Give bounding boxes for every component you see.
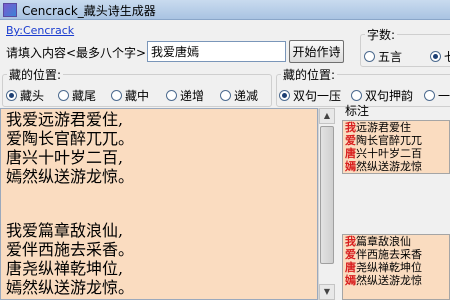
window-title: Cencrack_藏头诗生成器: [22, 4, 156, 18]
scroll-up-arrow-icon[interactable]: ▲: [319, 108, 335, 124]
radio-label: 递减: [234, 89, 259, 103]
main-window: By:Cencrack 请填入内容<最多八个字>: 开始作诗 字数: 五言 七 …: [0, 20, 450, 300]
radio-dot[interactable]: [111, 90, 122, 101]
scroll-thumb[interactable]: [320, 126, 334, 264]
radio-dot[interactable]: [166, 90, 177, 101]
highlight-char: 嫣: [345, 160, 356, 173]
position-legend: 藏的位置:: [9, 68, 62, 82]
radio-label: 一三: [438, 89, 450, 103]
radio-dot[interactable]: [364, 51, 375, 62]
radio-label: 藏尾: [72, 89, 97, 103]
radio-dot[interactable]: [220, 90, 231, 101]
radio-one-three[interactable]: 一三: [424, 87, 450, 104]
radio-label: 双句押韵: [365, 89, 414, 103]
highlight-char: 爱: [345, 134, 356, 147]
window-titlebar: Cencrack_藏头诗生成器: [0, 0, 450, 20]
annotation-panel: 我篇章敌浪仙 爱伴西施去采香 唐尧纵禅乾坤位 嫣然纵送游龙惊: [342, 234, 450, 300]
radio-five-char[interactable]: 五言: [364, 48, 402, 65]
poem-line: 唐尧纵禅乾坤位,: [6, 259, 124, 278]
poem-block: 我爱远游君爱住, 爱陶长官醉兀兀。 唐兴十叶岁二百, 嫣然纵送游龙惊。: [1, 109, 317, 187]
highlight-char: 唐: [345, 147, 356, 160]
annotated-line: 嫣然纵送游龙惊: [345, 160, 422, 173]
radio-label: 五言: [378, 50, 403, 64]
annotated-line: 爱陶长官醉兀兀: [345, 134, 422, 147]
annotated-line: 嫣然纵送游龙惊: [345, 274, 422, 287]
annotation-panel: 我远游君爱住 爱陶长官醉兀兀 唐兴十叶岁二百 嫣然纵送游龙惊: [342, 120, 450, 174]
highlight-char: 嫣: [345, 274, 356, 287]
poem-output-textarea[interactable]: 我爱远游君爱住, 爱陶长官醉兀兀。 唐兴十叶岁二百, 嫣然纵送游龙惊。 我爱篇章…: [0, 108, 318, 300]
generate-poem-button[interactable]: 开始作诗: [289, 40, 344, 63]
highlight-char: 我: [345, 235, 356, 248]
radio-dot[interactable]: [424, 90, 435, 101]
radio-label: 双句一压: [293, 89, 342, 103]
radio-tail[interactable]: 藏尾: [58, 87, 96, 104]
radio-double-one-rhyme[interactable]: 双句一压: [279, 87, 341, 104]
radio-label: 藏头: [20, 89, 45, 103]
annotated-line: 爱伴西施去采香: [345, 248, 422, 261]
author-link[interactable]: By:Cencrack: [6, 24, 74, 37]
annotation-label: 标注: [345, 104, 370, 118]
radio-label: 七: [444, 48, 450, 65]
app-icon: [3, 3, 17, 17]
radio-dot[interactable]: [279, 90, 290, 101]
radio-increasing[interactable]: 递增: [166, 87, 204, 104]
radio-label: 藏中: [125, 89, 150, 103]
annotated-line: 我远游君爱住: [345, 121, 411, 134]
radio-label: 递增: [180, 89, 205, 103]
highlight-char: 我: [345, 121, 356, 134]
scroll-down-arrow-icon[interactable]: ▼: [319, 284, 335, 300]
radio-dot[interactable]: [58, 90, 69, 101]
radio-dot[interactable]: [6, 90, 17, 101]
annotated-line: 唐尧纵禅乾坤位: [345, 261, 422, 274]
poem-line: 嫣然纵送游龙惊。: [6, 278, 135, 297]
radio-dot[interactable]: [351, 90, 362, 101]
poem-line: 我爱篇章敌浪仙,: [6, 221, 124, 240]
annotated-line: 我篇章敌浪仙: [345, 235, 411, 248]
highlight-char: 唐: [345, 261, 356, 274]
annotated-line: 唐兴十叶岁二百: [345, 147, 422, 160]
radio-seven-char[interactable]: 七: [430, 48, 450, 65]
content-input[interactable]: [147, 41, 286, 62]
poem-line: 我爱远游君爱住,: [6, 110, 124, 129]
poem-line: 嫣然纵送游龙惊。: [6, 167, 135, 186]
highlight-char: 爱: [345, 248, 356, 261]
radio-head[interactable]: 藏头: [6, 87, 44, 104]
char-count-legend: 字数:: [367, 28, 396, 42]
poem-line: 爱陶长官醉兀兀。: [6, 129, 135, 148]
radio-dot[interactable]: [430, 51, 441, 62]
content-input-label: 请填入内容<最多八个字>:: [6, 46, 151, 60]
radio-middle[interactable]: 藏中: [111, 87, 149, 104]
poem-block: 我爱篇章敌浪仙, 爱伴西施去采香。 唐尧纵禅乾坤位, 嫣然纵送游龙惊。: [1, 220, 317, 298]
radio-decreasing[interactable]: 递减: [220, 87, 258, 104]
poem-line: 爱伴西施去采香。: [6, 240, 135, 259]
poem-line: 唐兴十叶岁二百,: [6, 148, 124, 167]
vertical-scrollbar[interactable]: ▲ ▼: [318, 108, 335, 300]
rhyme-legend: 藏的位置:: [283, 68, 336, 82]
